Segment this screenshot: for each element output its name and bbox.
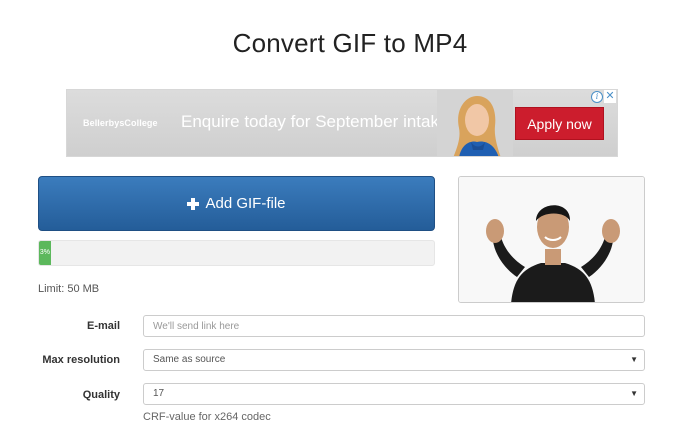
max-resolution-label: Max resolution	[42, 354, 120, 366]
page-title: Convert GIF to MP4	[232, 28, 468, 58]
quality-label: Quality	[82, 389, 120, 401]
plus-icon	[187, 197, 200, 210]
ad-banner[interactable]: BellerbysCollege Enquire today for Septe…	[66, 89, 618, 157]
email-field[interactable]	[143, 315, 645, 337]
close-icon[interactable]: ✕	[604, 90, 616, 103]
max-resolution-value: Same as source	[153, 354, 226, 365]
upload-progress-bar: 3%	[38, 240, 435, 266]
upload-progress-fill: 3%	[39, 241, 51, 265]
apply-now-button[interactable]: Apply now	[515, 107, 604, 140]
quality-value: 17	[153, 388, 165, 399]
ad-brand-logo: BellerbysCollege	[83, 118, 158, 128]
preview-person-illustration	[459, 177, 644, 302]
max-resolution-select[interactable]: Same as source ▼	[143, 349, 645, 371]
caret-down-icon: ▼	[630, 355, 638, 364]
quality-select[interactable]: 17 ▼	[143, 383, 645, 405]
add-gif-file-label: Add GIF-file	[205, 195, 286, 212]
info-icon[interactable]: i	[591, 91, 603, 103]
size-limit-text: Limit: 50 MB	[38, 283, 100, 295]
caret-down-icon: ▼	[630, 389, 638, 398]
quality-help-text: CRF-value for x264 codec	[143, 411, 271, 423]
ad-person-image	[437, 90, 513, 156]
email-label: E-mail	[86, 320, 120, 332]
add-gif-file-button[interactable]: Add GIF-file	[38, 176, 435, 231]
ad-message: Enquire today for September intake	[181, 112, 449, 131]
preview-image	[458, 176, 645, 303]
